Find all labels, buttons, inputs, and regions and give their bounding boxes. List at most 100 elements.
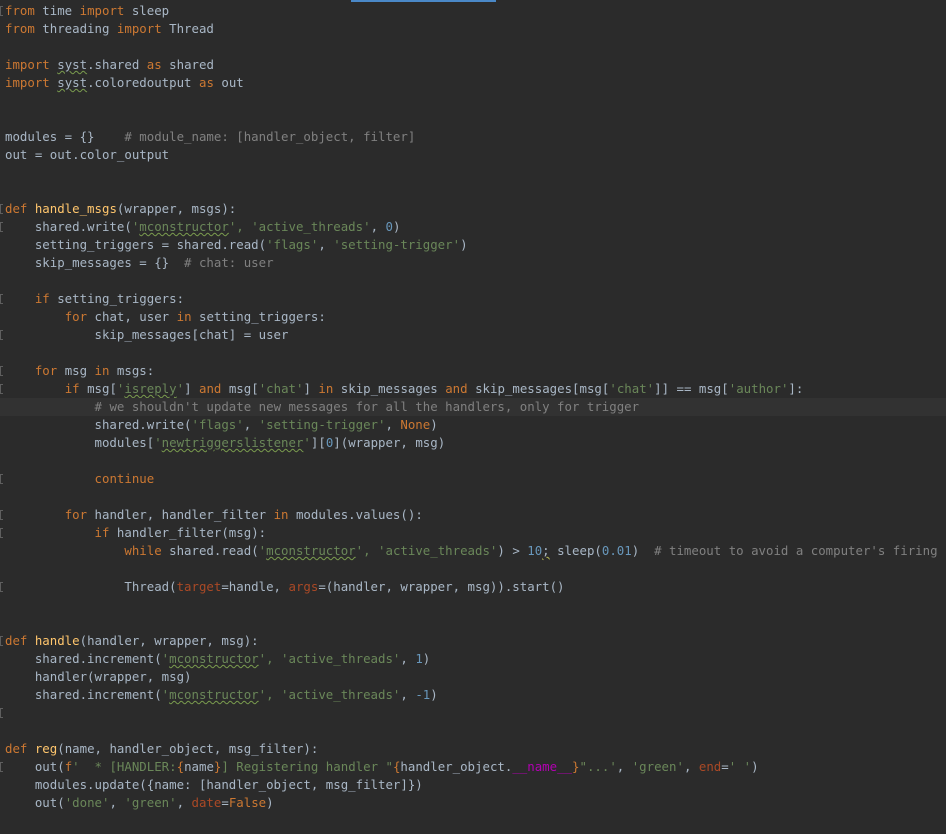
- keyword-token: while: [124, 543, 162, 558]
- fold-marker-icon[interactable]: [0, 6, 3, 16]
- code-text: handler, handler_filter: [87, 507, 274, 522]
- comment-token: # module_name: [handler_object, filter]: [124, 129, 416, 144]
- code-text: shared.read(: [161, 543, 259, 558]
- code-text: ,: [400, 687, 416, 702]
- code-line[interactable]: for msg in msgs:: [0, 362, 946, 380]
- string-token: 'done': [64, 795, 110, 810]
- code-text: ,: [370, 219, 386, 234]
- code-line[interactable]: modules['newtriggerslistener'][0](wrappe…: [0, 434, 946, 452]
- code-line[interactable]: [0, 110, 946, 128]
- fold-marker-icon[interactable]: [0, 582, 3, 592]
- code-line[interactable]: [0, 722, 946, 740]
- code-text: skip_messages = {}: [5, 255, 185, 270]
- code-line[interactable]: [0, 272, 946, 290]
- code-text: ,: [318, 237, 334, 252]
- function-name: handle: [34, 633, 80, 648]
- string-token: 'setting-trigger': [333, 237, 461, 252]
- code-line[interactable]: handler(wrapper, msg): [0, 668, 946, 686]
- code-line[interactable]: if handler_filter(msg):: [0, 524, 946, 542]
- code-line[interactable]: for handler, handler_filter in modules.v…: [0, 506, 946, 524]
- code-line[interactable]: from threading import Thread: [0, 20, 946, 38]
- code-line[interactable]: shared.write('flags', 'setting-trigger',…: [0, 416, 946, 434]
- code-line[interactable]: if setting_triggers:: [0, 290, 946, 308]
- keyword-token: as: [146, 57, 162, 72]
- code-text: shared.increment(: [5, 651, 162, 666]
- code-text: msg[: [79, 381, 117, 396]
- fold-marker-icon[interactable]: [0, 384, 3, 394]
- string-token: ', 'active_threads': [228, 219, 371, 234]
- code-line[interactable]: # we shouldn't update new messages for a…: [0, 398, 946, 416]
- code-line[interactable]: [0, 38, 946, 56]
- keyword-token: for: [34, 363, 58, 378]
- fold-marker-icon[interactable]: [0, 222, 3, 232]
- string-token: ': [161, 687, 170, 702]
- code-line[interactable]: def handle(handler, wrapper, msg):: [0, 632, 946, 650]
- fold-marker-icon[interactable]: [0, 366, 3, 376]
- fold-marker-icon[interactable]: [0, 294, 3, 304]
- keyword-token: def: [5, 741, 35, 756]
- fold-marker-icon[interactable]: [0, 636, 3, 646]
- fold-marker-icon[interactable]: [0, 510, 3, 520]
- code-line[interactable]: [0, 614, 946, 632]
- code-line[interactable]: [0, 164, 946, 182]
- code-text: ): [631, 543, 655, 558]
- code-text: threading: [34, 21, 117, 36]
- code-line[interactable]: setting_triggers = shared.read('flags', …: [0, 236, 946, 254]
- code-line[interactable]: import syst.coloredoutput as out: [0, 74, 946, 92]
- code-line[interactable]: continue: [0, 470, 946, 488]
- code-line[interactable]: shared.increment('mconstructor', 'active…: [0, 686, 946, 704]
- code-text: setting_triggers:: [49, 291, 185, 306]
- code-line[interactable]: out = out.color_output: [0, 146, 946, 164]
- keyword-token: and: [445, 381, 468, 396]
- fold-marker-icon[interactable]: [0, 474, 3, 484]
- code-line[interactable]: modules.update({name: [handler_object, m…: [0, 776, 946, 794]
- code-line[interactable]: Thread(target=handle, args=(handler, wra…: [0, 578, 946, 596]
- code-text: shared.increment(: [5, 687, 162, 702]
- code-line[interactable]: while shared.read('mconstructor', 'activ…: [0, 542, 946, 560]
- code-line[interactable]: [0, 560, 946, 578]
- code-line[interactable]: out(f' * [HANDLER:{name}] Registering ha…: [0, 758, 946, 776]
- code-text: ): [392, 219, 401, 234]
- code-line[interactable]: [0, 344, 946, 362]
- code-editor[interactable]: from time import sleep from threading imp…: [0, 0, 946, 834]
- code-line[interactable]: [0, 452, 946, 470]
- code-text: ): [430, 687, 438, 702]
- code-line[interactable]: def handle_msgs(wrapper, msgs):: [0, 200, 946, 218]
- code-line[interactable]: skip_messages = {} # chat: user: [0, 254, 946, 272]
- code-line[interactable]: if msg['isreply'] and msg['chat'] in ski…: [0, 380, 946, 398]
- code-line[interactable]: modules = {} # module_name: [handler_obj…: [0, 128, 946, 146]
- code-line[interactable]: [0, 92, 946, 110]
- code-text: out(: [5, 759, 65, 774]
- code-line[interactable]: shared.write('mconstructor', 'active_thr…: [0, 218, 946, 236]
- code-line[interactable]: [0, 596, 946, 614]
- keyword-token: and: [199, 381, 222, 396]
- string-token: 'green': [631, 759, 684, 774]
- code-area[interactable]: from time import sleep from threading imp…: [0, 2, 946, 812]
- string-token: ': [176, 381, 185, 396]
- code-line[interactable]: skip_messages[chat] = user: [0, 326, 946, 344]
- code-line[interactable]: [0, 182, 946, 200]
- keyword-token: {: [176, 759, 185, 774]
- fold-marker-icon[interactable]: [0, 528, 3, 538]
- code-line[interactable]: [0, 704, 946, 722]
- string-token: ' * [HANDLER:: [72, 759, 177, 774]
- code-line[interactable]: shared.increment('mconstructor', 'active…: [0, 650, 946, 668]
- code-line[interactable]: out('done', 'green', date=False): [0, 794, 946, 812]
- keyword-token: from: [5, 3, 35, 18]
- fold-marker-icon[interactable]: [0, 204, 3, 214]
- keyword-token: if: [64, 381, 80, 396]
- code-line[interactable]: import syst.shared as shared: [0, 56, 946, 74]
- code-text: (name, handler_object, msg_filter):: [57, 741, 319, 756]
- fold-marker-icon[interactable]: [0, 330, 3, 340]
- code-text: =: [221, 795, 229, 810]
- fold-marker-icon[interactable]: [0, 762, 3, 772]
- code-line[interactable]: for chat, user in setting_triggers:: [0, 308, 946, 326]
- code-line[interactable]: from time import sleep: [0, 2, 946, 20]
- code-line[interactable]: def reg(name, handler_object, msg_filter…: [0, 740, 946, 758]
- fold-marker-icon[interactable]: [0, 708, 3, 718]
- string-token: ', 'active_threads': [355, 543, 498, 558]
- code-line[interactable]: [0, 488, 946, 506]
